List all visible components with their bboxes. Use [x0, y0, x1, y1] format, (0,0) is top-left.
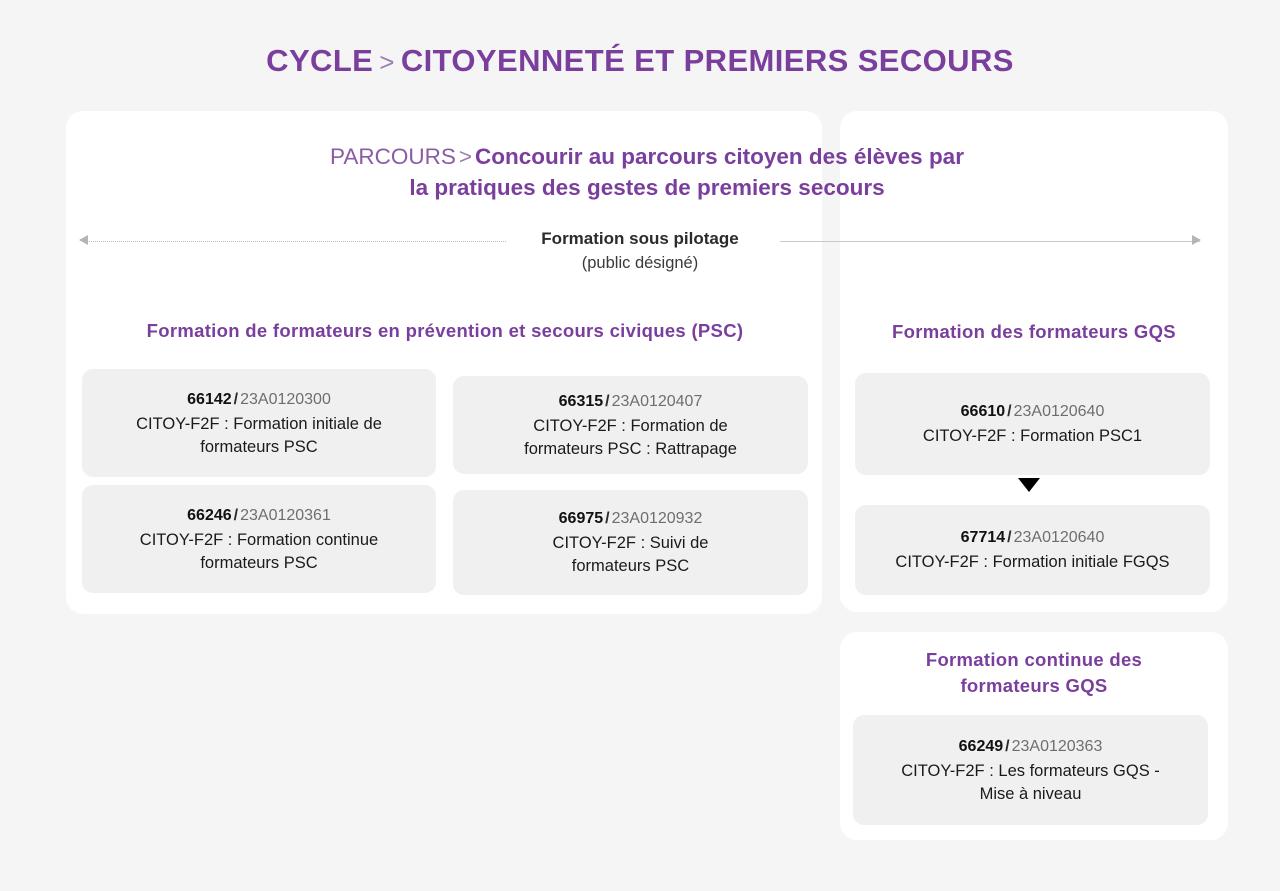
course-description: CITOY-F2F : Formation continue formateur… — [140, 529, 378, 575]
course-card[interactable]: 66975/23A0120932 CITOY-F2F : Suivi de fo… — [453, 490, 808, 595]
course-description-line-2: formateurs PSC — [571, 557, 690, 575]
course-description: CITOY-F2F : Formation initiale FGQS — [895, 551, 1169, 574]
course-code: 66315 — [558, 392, 604, 410]
course-code: 66610 — [960, 403, 1006, 420]
course-separator: / — [233, 506, 239, 524]
section-heading-gqs-continue-line-1: Formation continue des — [925, 649, 1143, 670]
course-separator: / — [1005, 737, 1010, 755]
course-description-line-2: formateurs PSC — [200, 437, 318, 456]
course-separator: / — [1007, 403, 1012, 420]
course-separator: / — [233, 390, 239, 408]
axis-title: Formation sous pilotage — [541, 229, 739, 248]
parcours-label: PARCOURS — [330, 144, 456, 169]
column-divider — [822, 255, 840, 612]
course-description-line-1: CITOY-F2F : Formation de — [533, 416, 728, 435]
course-session-id: 23A0120932 — [611, 510, 703, 527]
course-description: CITOY-F2F : Formation initiale de format… — [136, 413, 382, 459]
axis-subtitle: (public désigné) — [581, 254, 699, 272]
course-description-line-2: formateurs PSC — [200, 553, 318, 572]
course-session-id: 23A0120300 — [240, 390, 331, 408]
course-card[interactable]: 66142/23A0120300 CITOY-F2F : Formation i… — [82, 369, 436, 477]
course-code-line: 67714/23A0120640 — [961, 526, 1105, 550]
pilotage-axis: Formation sous pilotage (public désigné) — [0, 227, 1280, 287]
course-session-id: 23A0120363 — [1011, 737, 1103, 755]
parcours-name-line-2: la pratiques des gestes de premiers seco… — [409, 175, 885, 200]
course-code: 66246 — [187, 506, 232, 524]
section-heading-psc: Formation de formateurs en prévention et… — [146, 320, 744, 341]
course-description-line-2: formateurs PSC : Rattrapage — [524, 439, 737, 458]
course-code: 66249 — [958, 737, 1004, 755]
course-code: 67714 — [960, 529, 1006, 546]
course-code-line: 66249/23A0120363 — [959, 735, 1103, 759]
course-description: CITOY-F2F : Formation PSC1 — [923, 425, 1142, 448]
page-title: CYCLE > CITOYENNETÉ ET PREMIERS SECOURS — [0, 0, 1280, 78]
axis-label: Formation sous pilotage (public désigné) — [0, 227, 1280, 275]
course-description-line-1: CITOY-F2F : Les formateurs GQS - — [901, 761, 1160, 780]
parcours-chevron-icon: > — [458, 144, 473, 169]
section-heading-gqs: Formation des formateurs GQS — [892, 321, 1176, 342]
page-title-cycle-label: CYCLE — [266, 43, 374, 78]
course-card[interactable]: 66246/23A0120361 CITOY-F2F : Formation c… — [82, 485, 436, 593]
course-code: 66975 — [558, 510, 604, 527]
course-description-line-2: Mise à niveau — [979, 784, 1082, 803]
course-session-id: 23A0120640 — [1013, 529, 1105, 546]
course-description-line-1: CITOY-F2F : Suivi de — [552, 534, 709, 552]
course-card[interactable]: 66249/23A0120363 CITOY-F2F : Les formate… — [853, 715, 1208, 825]
course-code-line: 66315/23A0120407 — [559, 390, 703, 414]
course-description: CITOY-F2F : Formation de formateurs PSC … — [524, 415, 737, 461]
course-description: CITOY-F2F : Suivi de formateurs PSC — [553, 532, 709, 578]
page-title-cycle-name: CITOYENNETÉ ET PREMIERS SECOURS — [400, 43, 1014, 78]
course-card[interactable]: 66315/23A0120407 CITOY-F2F : Formation d… — [453, 376, 808, 474]
course-separator: / — [1007, 529, 1012, 546]
course-session-id: 23A0120361 — [240, 506, 331, 524]
course-description: CITOY-F2F : Les formateurs GQS - Mise à … — [901, 760, 1160, 806]
course-session-id: 23A0120640 — [1013, 403, 1105, 420]
course-description-line-1: CITOY-F2F : Formation continue — [139, 530, 379, 549]
parcours-heading: PARCOURS > Concourir au parcours citoyen d… — [66, 141, 1228, 203]
course-code-line: 66246/23A0120361 — [187, 504, 331, 528]
course-session-id: 23A0120407 — [611, 392, 703, 410]
section-heading-gqs-continue: Formation continue des formateurs GQS — [860, 647, 1208, 699]
course-description-line-1: CITOY-F2F : Formation PSC1 — [922, 427, 1143, 445]
course-description-line-1: CITOY-F2F : Formation initiale FGQS — [895, 553, 1170, 571]
course-card[interactable]: 67714/23A0120640 CITOY-F2F : Formation i… — [855, 505, 1210, 595]
course-separator: / — [605, 392, 610, 410]
arrow-down-icon — [1018, 478, 1040, 492]
course-separator: / — [605, 510, 610, 527]
course-card[interactable]: 66610/23A0120640 CITOY-F2F : Formation P… — [855, 373, 1210, 475]
course-code-line: 66142/23A0120300 — [187, 388, 331, 412]
course-code-line: 66610/23A0120640 — [961, 400, 1105, 424]
section-heading-gqs-continue-line-2: formateurs GQS — [960, 675, 1108, 696]
course-code-line: 66975/23A0120932 — [559, 507, 703, 531]
course-code: 66142 — [187, 390, 232, 408]
parcours-name-line-1: Concourir au parcours citoyen des élèves… — [475, 144, 964, 169]
page-title-chevron-icon: > — [379, 47, 395, 77]
course-description-line-1: CITOY-F2F : Formation initiale de — [136, 414, 382, 433]
